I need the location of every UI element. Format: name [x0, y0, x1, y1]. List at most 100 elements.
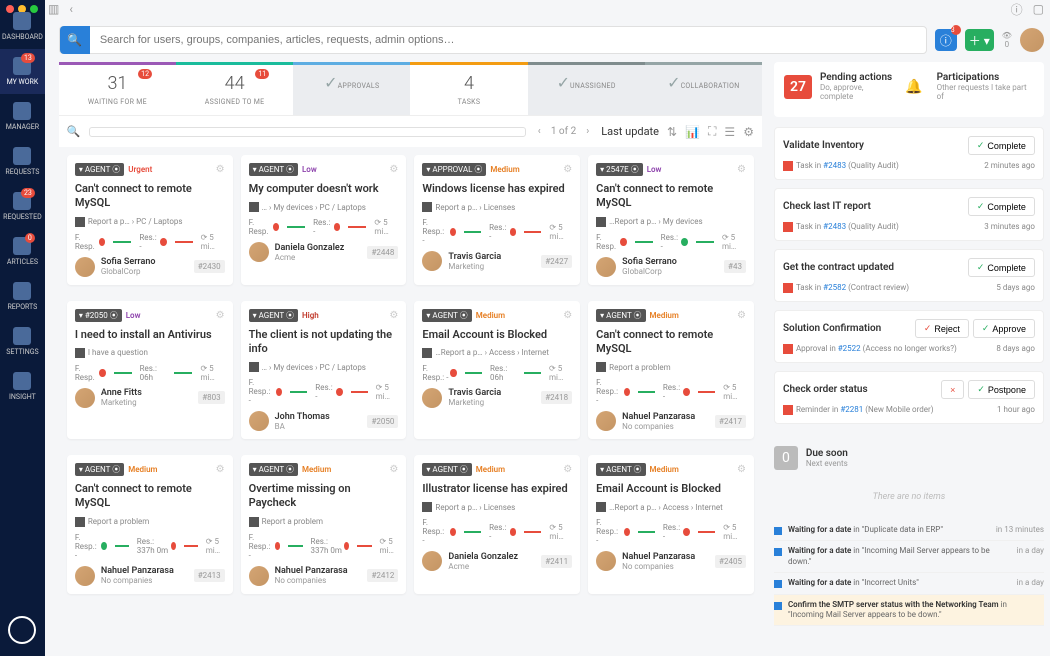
action-complete-button[interactable]: ✓Complete	[968, 136, 1035, 155]
card-gear-icon[interactable]: ⚙	[389, 464, 398, 475]
sidebar-item-settings[interactable]: SETTINGS	[0, 319, 45, 364]
nav-icon	[13, 12, 31, 30]
event-row[interactable]: Waiting for a date in "Incoming Mail Ser…	[774, 541, 1044, 573]
search-icon[interactable]: 🔍	[67, 125, 81, 138]
sort-label[interactable]: Last update	[601, 125, 659, 138]
action-ref-link[interactable]: #2582	[823, 283, 846, 292]
sidebar-item-insight[interactable]: INSIGHT	[0, 364, 45, 409]
gear-icon[interactable]: ⚙	[743, 125, 754, 139]
action-time: 3 minutes ago	[984, 222, 1035, 232]
category-icon	[249, 362, 259, 372]
card-title: Can't connect to remote MySQL	[75, 482, 225, 511]
sidebar-item-manager[interactable]: MANAGER	[0, 94, 45, 139]
task-icon	[783, 161, 793, 171]
nav-icon	[13, 147, 31, 165]
sidebar-item-articles[interactable]: ARTICLES0	[0, 229, 45, 274]
card-metrics: F. Resp.: -Res.: -⟳ 5 mi…	[422, 218, 572, 245]
event-row[interactable]: Waiting for a date in "Incorrect Units"i…	[774, 573, 1044, 594]
card-title: The client is not updating the info	[249, 328, 399, 357]
priority-label: Medium	[476, 465, 505, 474]
card-gear-icon[interactable]: ⚙	[563, 310, 572, 321]
sidebar-item-requests[interactable]: REQUESTS	[0, 139, 45, 184]
nav-icon	[13, 327, 31, 345]
sidebar-toggle-icon[interactable]: ▥	[48, 2, 59, 16]
card-gear-icon[interactable]: ⚙	[737, 464, 746, 475]
filter-input[interactable]	[89, 127, 526, 137]
tab-tasks[interactable]: 4TASKS	[410, 62, 527, 115]
ticket-card[interactable]: ▾ AGENT ⦿High⚙The client is not updating…	[241, 301, 407, 440]
category-icon	[75, 517, 85, 527]
priority-label: Medium	[650, 311, 679, 320]
assignee-company: No companies	[622, 422, 709, 431]
card-gear-icon[interactable]: ⚙	[216, 464, 225, 475]
assignee-company: Marketing	[101, 398, 192, 407]
action-reject-button[interactable]: ✓Reject	[915, 319, 969, 338]
sidebar-item-my-work[interactable]: MY WORK13	[0, 49, 45, 94]
tab-collaboration[interactable]: ✓COLLABORATION	[645, 62, 762, 115]
card-breadcrumb: Report a problem	[596, 362, 746, 372]
ticket-card[interactable]: ▾ AGENT ⦿Medium⚙Email Account is Blocked…	[588, 455, 754, 594]
tab-assigned-to-me[interactable]: 44ASSIGNED TO ME11	[176, 62, 293, 115]
card-gear-icon[interactable]: ⚙	[389, 310, 398, 321]
action-approve-button[interactable]: ✓Approve	[973, 319, 1035, 338]
ticket-card[interactable]: ▾ AGENT ⦿Medium⚙Can't connect to remote …	[588, 301, 754, 440]
search-button[interactable]: 🔍	[60, 26, 90, 54]
back-icon[interactable]: ‹	[69, 2, 73, 16]
card-gear-icon[interactable]: ⚙	[563, 164, 572, 175]
action-title: Validate Inventory	[783, 140, 864, 151]
card-gear-icon[interactable]: ⚙	[216, 164, 225, 175]
ticket-card[interactable]: ▾ #2050 ⦿Low⚙I need to install an Antivi…	[67, 301, 233, 440]
ticket-id: #2427	[541, 255, 572, 268]
tab-unassigned[interactable]: ✓UNASSIGNED	[528, 62, 645, 115]
pager[interactable]: ‹1 of 2›	[534, 124, 593, 139]
expand-icon[interactable]: ⛶	[708, 124, 716, 139]
action-ref-link[interactable]: #2483	[823, 161, 846, 170]
ticket-card[interactable]: ▾ 2547E ⦿Low⚙Can't connect to remote MyS…	[588, 155, 754, 285]
event-row[interactable]: Confirm the SMTP server status with the …	[774, 595, 1044, 627]
sidebar-item-requested[interactable]: REQUESTED23	[0, 184, 45, 229]
user-avatar[interactable]	[1020, 28, 1044, 52]
ticket-card[interactable]: ▾ AGENT ⦿Medium⚙Illustrator license has …	[414, 455, 580, 594]
sidebar-item-dashboard[interactable]: DASHBOARD	[0, 4, 45, 49]
card-metrics: F. Resp.Res.: -⟳ 5 mi…	[596, 233, 746, 251]
sort-icon[interactable]: ⇅	[667, 125, 677, 139]
card-title: Can't connect to remote MySQL	[75, 182, 225, 211]
action-complete-button[interactable]: ✓Complete	[968, 197, 1035, 216]
card-gear-icon[interactable]: ⚙	[389, 164, 398, 175]
card-gear-icon[interactable]: ⚙	[737, 164, 746, 175]
sidebar-item-reports[interactable]: REPORTS	[0, 274, 45, 319]
category-icon	[75, 217, 85, 227]
search-input[interactable]	[90, 34, 926, 46]
priority-label: Medium	[650, 465, 679, 474]
card-gear-icon[interactable]: ⚙	[216, 310, 225, 321]
ticket-card[interactable]: ▾ AGENT ⦿Urgent⚙Can't connect to remote …	[67, 155, 233, 285]
chart-icon[interactable]: 📊	[685, 125, 700, 139]
tab-approvals[interactable]: ✓APPROVALS	[293, 62, 410, 115]
ticket-card[interactable]: ▾ AGENT ⦿Medium⚙Email Account is Blocked…	[414, 301, 580, 440]
card-metrics: F. Resp.: -Res.: 337h 0m⟳ 5 mi…	[249, 533, 399, 560]
action-postpone-button[interactable]: ✓Postpone	[968, 380, 1035, 399]
ticket-card[interactable]: ▾ AGENT ⦿Low⚙My computer doesn't work… ›…	[241, 155, 407, 285]
assignee-company: Acme	[275, 253, 362, 262]
notifications-icon[interactable]: ⓘ3	[935, 29, 957, 51]
ticket-card[interactable]: ▾ APPROVAL ⦿Medium⚙Windows license has e…	[414, 155, 580, 285]
refresh-icon: ⟳ 5 mi…	[206, 537, 225, 555]
ticket-card[interactable]: ▾ AGENT ⦿Medium⚙Overtime missing on Payc…	[241, 455, 407, 594]
event-row[interactable]: Waiting for a date in "Duplicate data in…	[774, 520, 1044, 541]
add-button[interactable]: ＋ ▾	[965, 29, 994, 51]
action-ref-link[interactable]: #2281	[840, 405, 863, 414]
help-icon[interactable]: ⓘ	[1011, 1, 1023, 18]
action-icon-button[interactable]: ×	[941, 380, 964, 399]
window-icon[interactable]: ▢	[1033, 2, 1044, 16]
action-time: 8 days ago	[996, 344, 1035, 354]
card-title: My computer doesn't work	[249, 182, 399, 196]
tab-waiting-for-me[interactable]: 31WAITING FOR ME12	[59, 62, 176, 115]
list-view-icon[interactable]: ☰	[724, 125, 735, 139]
card-gear-icon[interactable]: ⚙	[737, 310, 746, 321]
action-ref-link[interactable]: #2522	[838, 344, 861, 353]
action-ref-link[interactable]: #2483	[823, 222, 846, 231]
card-gear-icon[interactable]: ⚙	[563, 464, 572, 475]
action-complete-button[interactable]: ✓Complete	[968, 258, 1035, 277]
participations-title: Participations	[937, 72, 1034, 83]
ticket-card[interactable]: ▾ AGENT ⦿Medium⚙Can't connect to remote …	[67, 455, 233, 594]
